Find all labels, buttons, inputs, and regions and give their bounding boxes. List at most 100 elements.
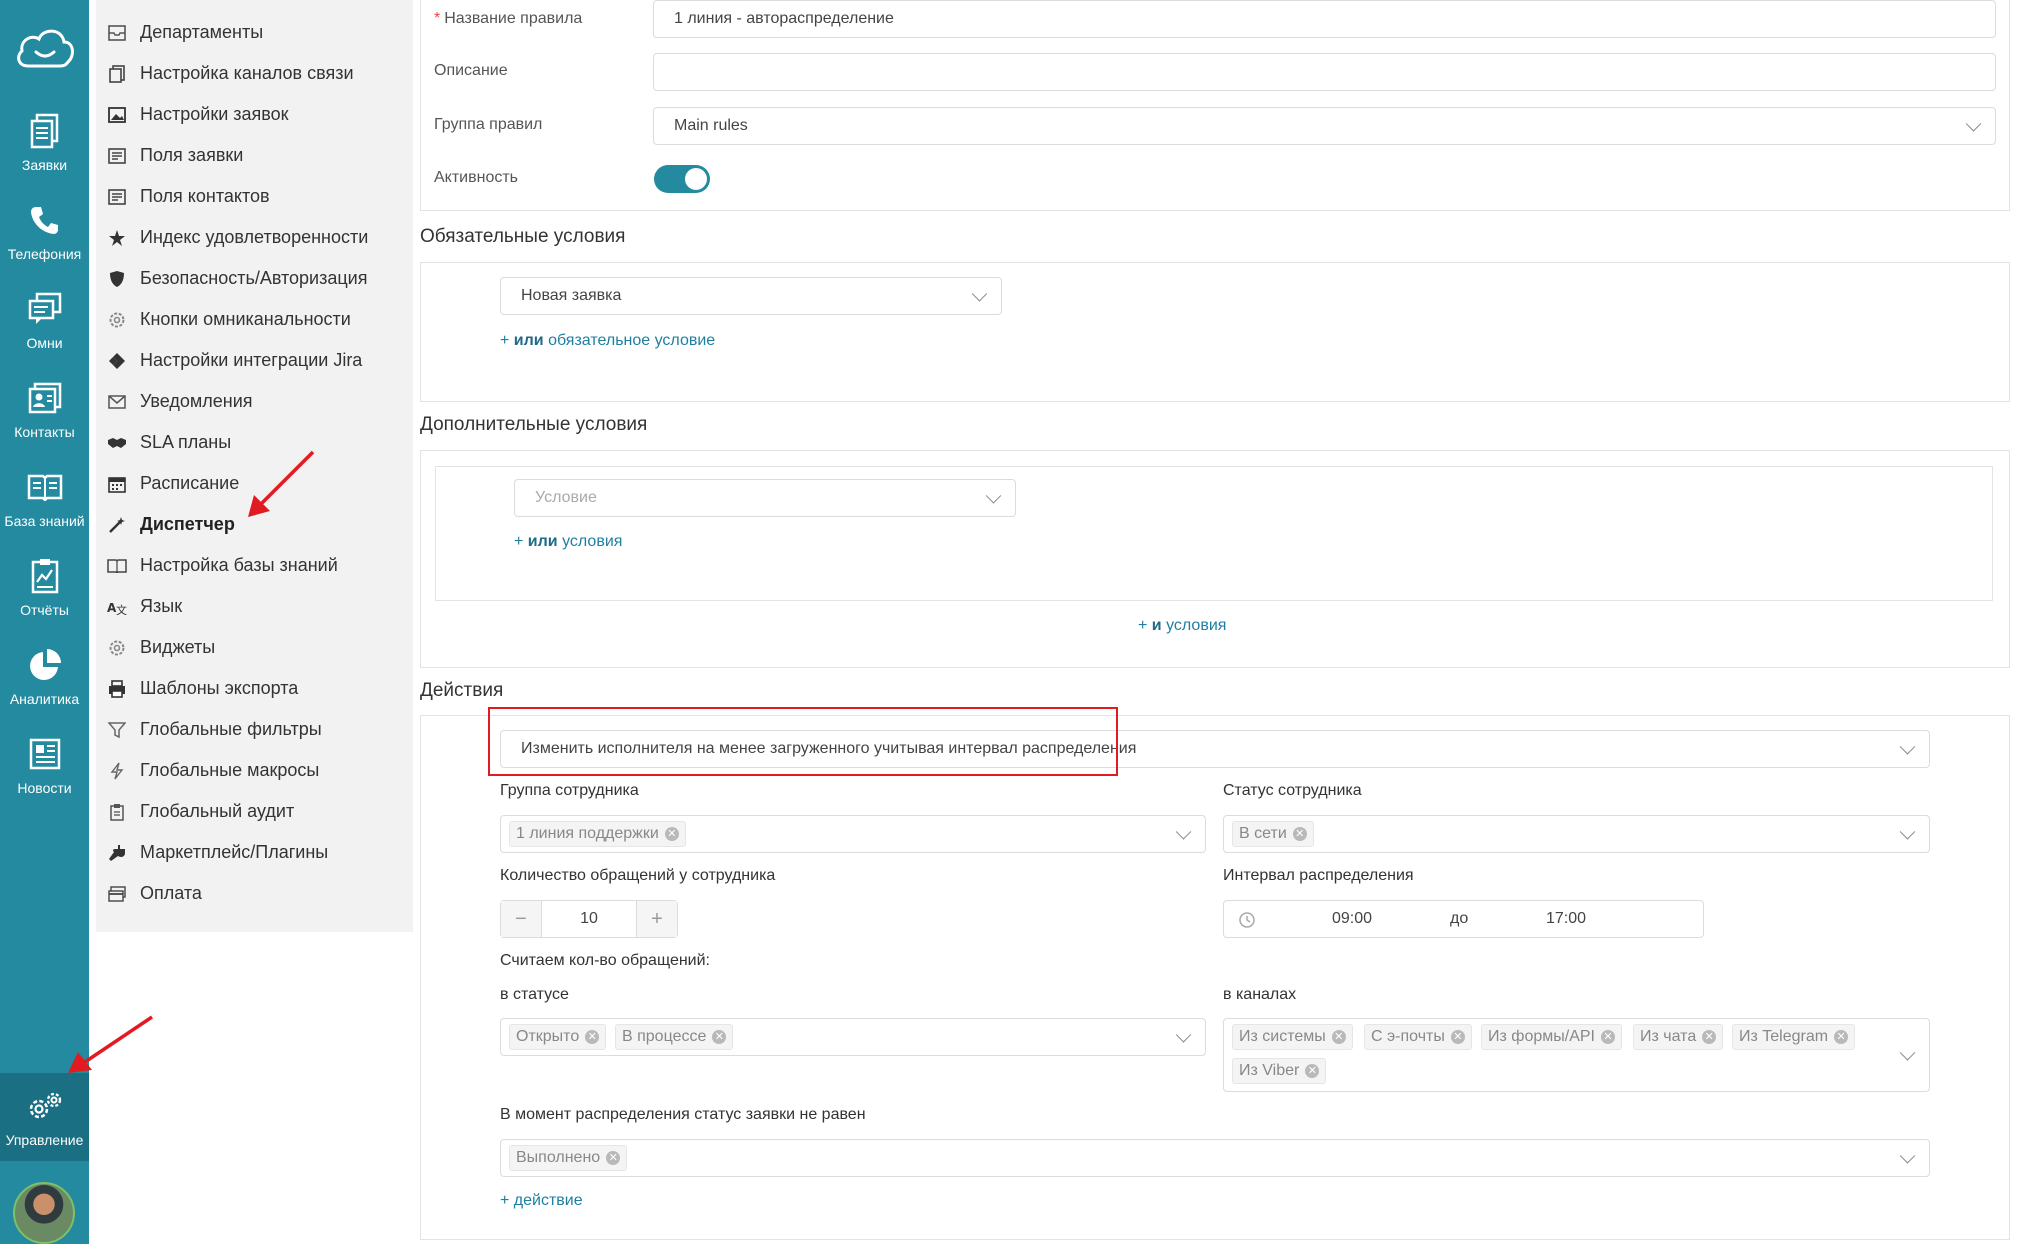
remove-tag-icon[interactable]: ✕ bbox=[606, 1151, 621, 1165]
menu-item-global-audit[interactable]: Глобальный аудит bbox=[106, 791, 406, 832]
menu-item-omni-buttons[interactable]: Кнопки омниканальности bbox=[106, 299, 406, 340]
requests-count-stepper[interactable]: − 10 + bbox=[500, 900, 678, 938]
tag-channel: Из системы ✕ bbox=[1232, 1024, 1353, 1050]
tag-status: В процессе ✕ bbox=[615, 1024, 734, 1050]
remove-tag-icon[interactable]: ✕ bbox=[1834, 1030, 1849, 1044]
rail-item-news[interactable]: Новости bbox=[0, 723, 89, 807]
envelope-icon bbox=[106, 391, 128, 413]
tag-channel: Из Viber ✕ bbox=[1232, 1058, 1327, 1084]
tag-employee-group: 1 линия поддержки ✕ bbox=[509, 821, 686, 847]
menu-item-global-macros[interactable]: Глобальные макросы bbox=[106, 750, 406, 791]
menu-item-contact-fields[interactable]: Поля контактов bbox=[106, 176, 406, 217]
menu-item-marketplace[interactable]: Маркетплейс/Плагины bbox=[106, 832, 406, 873]
rail-item-contacts[interactable]: Контакты bbox=[0, 367, 89, 451]
add-or-required-condition-link[interactable]: + или обязательное условие bbox=[500, 332, 715, 350]
requests-count-value[interactable]: 10 bbox=[541, 901, 637, 937]
rule-group-select[interactable]: Main rules bbox=[653, 107, 1996, 145]
reports-icon bbox=[25, 556, 65, 596]
menu-item-global-filters[interactable]: Глобальные фильтры bbox=[106, 709, 406, 750]
remove-tag-icon[interactable]: ✕ bbox=[1331, 1030, 1346, 1044]
menu-item-kb-settings[interactable]: Настройка базы знаний bbox=[106, 545, 406, 586]
employee-status-select[interactable]: В сети ✕ bbox=[1223, 815, 1930, 853]
tag-channel: Из формы/API ✕ bbox=[1481, 1024, 1622, 1050]
analytics-pie-icon bbox=[25, 645, 65, 685]
menu-item-satisfaction[interactable]: Индекс удовлетворенности bbox=[106, 217, 406, 258]
cloud-logo-icon[interactable] bbox=[0, 18, 89, 78]
language-icon: A文 bbox=[106, 596, 128, 618]
employee-status-label: Статус сотрудника bbox=[1223, 782, 1362, 799]
menu-item-ticket-fields[interactable]: Поля заявки bbox=[106, 135, 406, 176]
count-label: Считаем кол-во обращений: bbox=[500, 952, 710, 969]
interval-from[interactable]: 09:00 bbox=[1332, 910, 1372, 928]
remove-tag-icon[interactable]: ✕ bbox=[1305, 1064, 1320, 1078]
menu-item-ticket-settings[interactable]: Настройки заявок bbox=[106, 94, 406, 135]
remove-tag-icon[interactable]: ✕ bbox=[1292, 827, 1307, 841]
rule-name-label: * Название правила bbox=[434, 10, 583, 27]
rail-label: Контакты bbox=[14, 424, 75, 440]
tag-channel: Из чата ✕ bbox=[1633, 1024, 1724, 1050]
menu-item-payment[interactable]: Оплата bbox=[106, 873, 406, 914]
menu-item-export-templates[interactable]: Шаблоны экспорта bbox=[106, 668, 406, 709]
interval-range-picker[interactable]: 09:00 до 17:00 bbox=[1223, 900, 1704, 938]
chevron-down-icon bbox=[1965, 116, 1982, 132]
user-avatar[interactable] bbox=[13, 1182, 75, 1244]
in-status-label: в статусе bbox=[500, 986, 569, 1003]
remove-tag-icon[interactable]: ✕ bbox=[1600, 1030, 1615, 1044]
active-toggle[interactable] bbox=[654, 165, 710, 193]
rail-item-reports[interactable]: Отчёты bbox=[0, 545, 89, 629]
not-equal-status-multiselect[interactable]: Выполнено ✕ bbox=[500, 1139, 1930, 1177]
rail-item-management[interactable]: Управление bbox=[0, 1073, 89, 1161]
rail-item-knowledge-base[interactable]: База знаний bbox=[0, 456, 89, 540]
rail-item-telephony[interactable]: Телефония bbox=[0, 189, 89, 273]
menu-item-language[interactable]: A 文 Язык bbox=[106, 586, 406, 627]
rail-label: Отчёты bbox=[20, 602, 69, 618]
rail-item-tickets[interactable]: Заявки bbox=[0, 100, 89, 184]
documents-icon bbox=[106, 63, 128, 85]
channels-multiselect[interactable]: Из системы ✕ С э-почты ✕ Из формы/API ✕ Из … bbox=[1223, 1018, 1930, 1092]
gear-icon bbox=[106, 637, 128, 659]
required-condition-select[interactable]: Новая заявка bbox=[500, 277, 1002, 315]
menu-item-departments[interactable]: Департаменты bbox=[106, 12, 406, 53]
chevron-down-icon bbox=[1175, 1027, 1192, 1043]
rail-label: Омни bbox=[26, 335, 63, 351]
rail-label: Аналитика bbox=[9, 691, 80, 707]
tag-status: Открыто ✕ bbox=[509, 1024, 607, 1050]
status-multiselect[interactable]: Открыто ✕ В процессе ✕ bbox=[500, 1018, 1206, 1056]
remove-tag-icon[interactable]: ✕ bbox=[664, 827, 679, 841]
interval-label: Интервал распределения bbox=[1223, 867, 1414, 884]
clipboard-icon bbox=[106, 801, 128, 823]
remove-tag-icon[interactable]: ✕ bbox=[1450, 1030, 1465, 1044]
description-input[interactable] bbox=[653, 53, 1996, 91]
add-or-condition-link[interactable]: + или условия bbox=[514, 533, 622, 551]
star-icon bbox=[106, 227, 128, 249]
annotation-arrow-management bbox=[68, 1015, 153, 1073]
employee-group-label: Группа сотрудника bbox=[500, 782, 639, 799]
rule-name-input[interactable]: 1 линия - автораспределение bbox=[653, 0, 1996, 38]
add-and-condition-link[interactable]: + и условия bbox=[1138, 617, 1226, 635]
remove-tag-icon[interactable]: ✕ bbox=[585, 1030, 600, 1044]
remove-tag-icon[interactable]: ✕ bbox=[1702, 1030, 1717, 1044]
chevron-down-icon bbox=[1899, 824, 1916, 840]
decrement-button[interactable]: − bbox=[501, 901, 541, 937]
menu-item-widgets[interactable]: Виджеты bbox=[106, 627, 406, 668]
handshake-icon bbox=[106, 432, 128, 454]
rail-label: Управление bbox=[5, 1132, 84, 1148]
tag-channel: С э-почты ✕ bbox=[1364, 1024, 1472, 1050]
condition-select[interactable]: Условие bbox=[514, 479, 1016, 517]
interval-to[interactable]: 17:00 bbox=[1546, 910, 1586, 928]
rail-item-omni[interactable]: Омни bbox=[0, 278, 89, 362]
add-action-link[interactable]: + действие bbox=[500, 1192, 583, 1210]
menu-item-jira[interactable]: Настройки интеграции Jira bbox=[106, 340, 406, 381]
chevron-down-icon bbox=[1899, 1045, 1916, 1061]
in-channels-label: в каналах bbox=[1223, 986, 1297, 1003]
menu-item-channels[interactable]: Настройка каналов связи bbox=[106, 53, 406, 94]
rail-item-analytics[interactable]: Аналитика bbox=[0, 634, 89, 718]
employee-group-select[interactable]: 1 линия поддержки ✕ bbox=[500, 815, 1206, 853]
menu-item-notifications[interactable]: Уведомления bbox=[106, 381, 406, 422]
printer-icon bbox=[106, 678, 128, 700]
remove-tag-icon[interactable]: ✕ bbox=[712, 1030, 727, 1044]
lightning-icon bbox=[106, 760, 128, 782]
increment-button[interactable]: + bbox=[637, 901, 677, 937]
menu-item-security[interactable]: Безопасность/Авторизация bbox=[106, 258, 406, 299]
tag-excluded-status: Выполнено ✕ bbox=[509, 1145, 628, 1171]
